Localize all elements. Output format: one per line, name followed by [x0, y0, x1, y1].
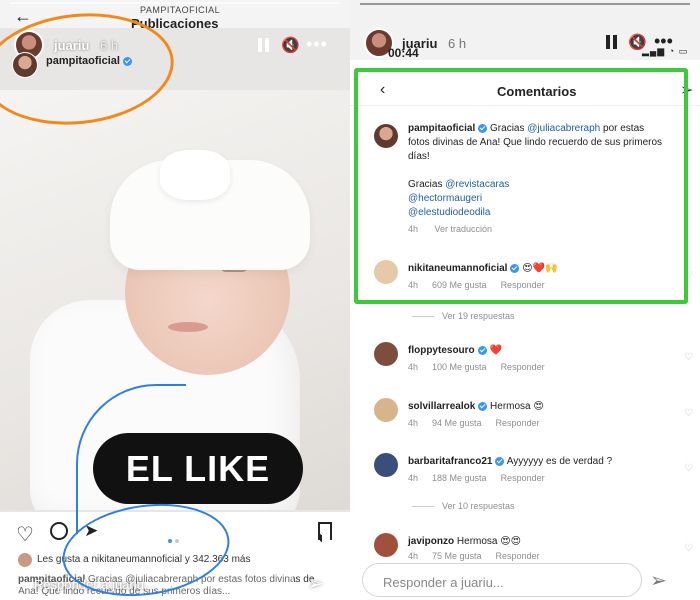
comment-body: Ayyyyyy es de verdad ? — [506, 456, 613, 467]
comment-item: floppytesouro ❤️ 4h 100 Me gusta Responder… — [350, 340, 700, 376]
story-header: juariu 6 h 00:44 🔇 ••• ▂▄▆ ◔ ▭ — [350, 0, 700, 60]
story-progress-bar — [10, 2, 340, 4]
reply-link[interactable]: Responder — [501, 362, 545, 372]
bookmark-icon[interactable] — [318, 522, 332, 540]
comment-heart-icon[interactable]: ♡ — [684, 352, 693, 363]
comment-icon[interactable] — [50, 522, 68, 540]
comment-time: 4h — [408, 418, 419, 428]
reply-link[interactable]: Responder — [496, 551, 540, 561]
comment-item: solvillarrealok Hermosa 😍 4h 94 Me gusta R… — [350, 396, 700, 432]
comment-item: barbaritafranco21 Ayyyyyy es de verdad ?… — [350, 451, 700, 487]
comment-text: floppytesouro ❤️ — [408, 344, 668, 358]
comment-meta: 4h 188 Me gusta Responder — [408, 473, 559, 483]
story-progress-bar — [360, 3, 690, 5]
comment-time: 4h — [408, 362, 419, 372]
comment-time: 4h — [408, 551, 419, 561]
reply-link[interactable]: Responder — [501, 473, 545, 483]
comment-likes[interactable]: 188 Me gusta — [432, 473, 487, 483]
comment-meta: 4h 100 Me gusta Responder — [408, 362, 559, 372]
reply-placeholder: Responder a juariu... — [383, 575, 504, 590]
comment-time: 4h — [408, 473, 419, 483]
comment-likes[interactable]: 100 Me gusta — [432, 362, 487, 372]
comment-body: ❤️ — [489, 345, 502, 356]
comment-meta: 4h 94 Me gusta Responder — [408, 418, 554, 428]
story-right: juariu 6 h 00:44 🔇 ••• ▂▄▆ ◔ ▭ ‹ Comenta… — [350, 0, 700, 600]
comment-text: javiponzo Hermosa 😍😍 — [408, 535, 668, 549]
see-replies-link[interactable]: Ver 19 respuestas — [412, 311, 515, 321]
comment-body: Hermosa 😍😍 — [456, 536, 522, 547]
comment-text: solvillarrealok Hermosa 😍 — [408, 400, 668, 414]
comment-item: javiponzo Hermosa 😍😍 4h 75 Me gusta Respon… — [350, 531, 700, 567]
send-icon[interactable]: ➢ — [650, 568, 667, 593]
comment-avatar[interactable] — [374, 398, 398, 422]
comment-username[interactable]: javiponzo — [408, 536, 454, 547]
heart-icon[interactable]: ♡ — [16, 522, 34, 547]
pause-icon[interactable] — [258, 38, 270, 52]
comment-heart-icon[interactable]: ♡ — [684, 408, 693, 419]
signal-battery-icon: ▂▄▆ ◔ ▭ — [642, 46, 689, 56]
verified-icon — [477, 345, 487, 355]
verified-icon — [495, 456, 505, 466]
comment-likes[interactable]: 94 Me gusta — [432, 418, 482, 428]
post-owner-handle: PAMPITAOFICIAL — [140, 5, 221, 15]
pause-icon[interactable] — [606, 35, 618, 49]
status-clock: 00:44 — [388, 46, 419, 60]
comment-avatar[interactable] — [374, 342, 398, 366]
comment-username[interactable]: floppytesouro — [408, 345, 475, 356]
comment-meta: 4h 75 Me gusta Responder — [408, 551, 554, 561]
comment-avatar[interactable] — [374, 533, 398, 557]
verified-icon — [478, 401, 488, 411]
comment-avatar[interactable] — [374, 453, 398, 477]
comment-body: Hermosa 😍 — [490, 401, 544, 412]
see-replies-link[interactable]: Ver 10 respuestas — [412, 501, 515, 511]
mute-icon[interactable]: 🔇 — [281, 36, 300, 54]
headband-bow — [160, 150, 230, 200]
comment-heart-icon[interactable]: ♡ — [684, 543, 693, 554]
comment-heart-icon[interactable]: ♡ — [684, 463, 693, 474]
baby-mouth — [168, 322, 208, 332]
story-time: 6 h — [448, 36, 467, 51]
green-annotation-box — [354, 68, 688, 304]
send-icon[interactable]: ➢ — [307, 571, 324, 596]
comment-username[interactable]: barbaritafranco21 — [408, 456, 492, 467]
liked-by-avatar — [18, 553, 32, 567]
comment-likes[interactable]: 75 Me gusta — [432, 551, 482, 561]
comment-username[interactable]: solvillarrealok — [408, 401, 475, 412]
more-options-icon[interactable]: ••• — [306, 34, 328, 55]
comment-text: barbaritafranco21 Ayyyyyy es de verdad ? — [408, 455, 668, 469]
reply-link[interactable]: Responder — [496, 418, 540, 428]
story-left: ← PAMPITAOFICIAL Publicaciones juariu 6 … — [0, 0, 350, 600]
